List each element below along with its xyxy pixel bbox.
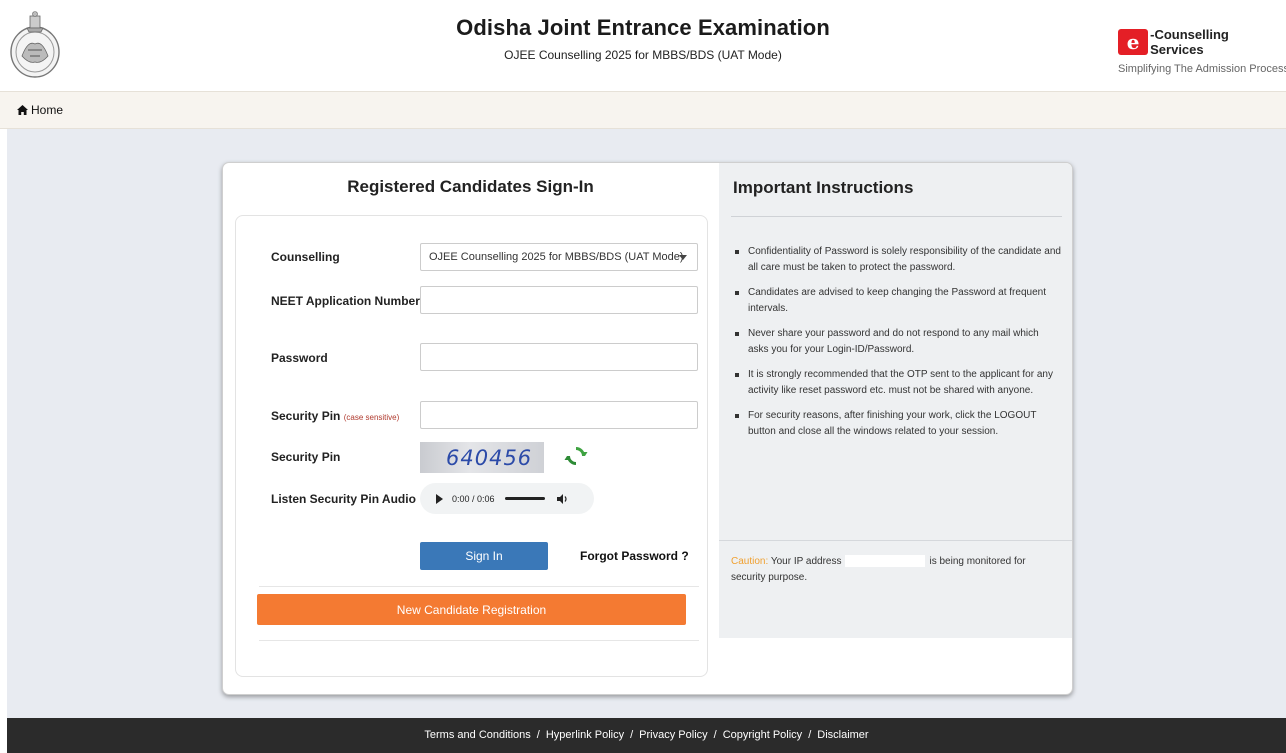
- signin-panel: Registered Candidates Sign-In Counsellin…: [223, 163, 718, 694]
- audio-time: 0:00 / 0:06: [452, 493, 495, 504]
- security-pin-input-label: Security Pin (case sensitive): [271, 409, 400, 423]
- neet-application-label: NEET Application Number: [271, 294, 420, 308]
- new-candidate-registration-button[interactable]: New Candidate Registration: [257, 594, 686, 625]
- signin-form: Counselling OJEE Counselling 2025 for MB…: [235, 215, 708, 677]
- neet-application-input[interactable]: [420, 286, 698, 314]
- brand-tagline: Simplifying The Admission Process: [1118, 63, 1286, 75]
- forgot-password-link[interactable]: Forgot Password ?: [580, 549, 689, 563]
- footer-link-terms[interactable]: Terms and Conditions: [424, 729, 530, 741]
- play-icon[interactable]: [436, 493, 443, 504]
- instruction-item: It is strongly recommended that the OTP …: [731, 367, 1062, 399]
- footer-link-copyright-policy[interactable]: Copyright Policy: [723, 729, 802, 741]
- odisha-emblem-icon: [10, 11, 60, 78]
- refresh-captcha-icon[interactable]: [564, 444, 588, 468]
- instruction-item: For security reasons, after finishing yo…: [731, 408, 1062, 440]
- instructions-divider: [731, 216, 1062, 217]
- brand-name: -Counselling Services: [1150, 27, 1229, 57]
- instructions-title: Important Instructions: [733, 178, 914, 197]
- caution-divider: [719, 540, 1072, 541]
- caution-label: Caution:: [731, 556, 769, 567]
- form-divider-bottom: [259, 640, 699, 641]
- home-link[interactable]: Home: [17, 103, 63, 117]
- home-label: Home: [31, 103, 64, 117]
- caution-text-start: Your IP address: [770, 556, 842, 567]
- ip-address-mask: [845, 555, 926, 568]
- counselling-selected-value: OJEE Counselling 2025 for MBBS/BDS (UAT …: [429, 251, 684, 263]
- security-pin-input[interactable]: [420, 401, 698, 429]
- page-title: Odisha Joint Entrance Examination: [456, 15, 830, 40]
- audio-pin-label: Listen Security Pin Audio: [271, 492, 416, 506]
- password-label: Password: [271, 351, 328, 365]
- e-logo-icon: e: [1118, 29, 1149, 55]
- case-sensitive-note: (case sensitive): [343, 413, 400, 422]
- captcha-text: 640456: [446, 446, 533, 470]
- page-subtitle: OJEE Counselling 2025 for MBBS/BDS (UAT …: [504, 48, 782, 62]
- volume-icon[interactable]: [556, 493, 569, 504]
- sign-in-button[interactable]: Sign In: [420, 542, 548, 570]
- security-pin-audio-player: 0:00 / 0:06: [420, 483, 594, 514]
- instructions-panel: Important Instructions Confidentiality o…: [719, 163, 1072, 638]
- instruction-item: Never share your password and do not res…: [731, 326, 1062, 358]
- footer-separator: /: [713, 729, 717, 741]
- audio-progress-bar[interactable]: [504, 497, 545, 500]
- page-header: Odisha Joint Entrance Examination OJEE C…: [0, 0, 1286, 91]
- instruction-item: Candidates are advised to keep changing …: [731, 285, 1062, 317]
- ecounselling-brand: e -Counselling Services Simplifying The …: [1118, 27, 1286, 77]
- password-input[interactable]: [420, 343, 698, 371]
- home-icon: [17, 105, 28, 115]
- form-divider: [259, 586, 699, 587]
- footer-link-privacy-policy[interactable]: Privacy Policy: [639, 729, 707, 741]
- login-card: Registered Candidates Sign-In Counsellin…: [222, 162, 1073, 695]
- counselling-select[interactable]: OJEE Counselling 2025 for MBBS/BDS (UAT …: [420, 243, 698, 271]
- captcha-image: 640456: [420, 442, 544, 473]
- signin-title: Registered Candidates Sign-In: [347, 177, 594, 196]
- instruction-item: Confidentiality of Password is solely re…: [731, 244, 1062, 276]
- caution-note: Caution: Your IP address is being monitor…: [731, 554, 1062, 586]
- footer-separator: /: [536, 729, 540, 741]
- chevron-down-icon: [679, 255, 687, 260]
- footer-separator: /: [630, 729, 634, 741]
- footer-link-disclaimer[interactable]: Disclaimer: [817, 729, 868, 741]
- nav-bar: Home: [0, 91, 1286, 129]
- counselling-label: Counselling: [271, 250, 340, 264]
- instructions-list: Confidentiality of Password is solely re…: [731, 244, 1062, 449]
- footer-separator: /: [808, 729, 812, 741]
- footer-link-hyperlink-policy[interactable]: Hyperlink Policy: [546, 729, 624, 741]
- security-pin-label: Security Pin: [271, 450, 341, 464]
- page-footer: Terms and Conditions / Hyperlink Policy / Pr…: [7, 718, 1286, 753]
- header-titles: Odisha Joint Entrance Examination OJEE C…: [0, 15, 1286, 62]
